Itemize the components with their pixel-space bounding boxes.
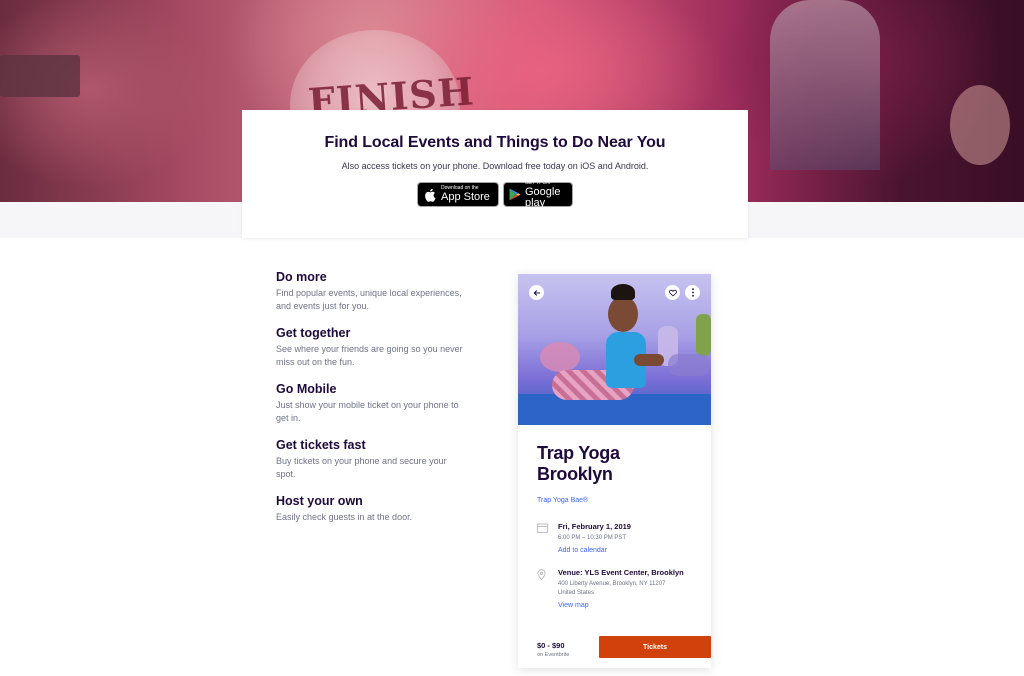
event-title: Trap Yoga Brooklyn <box>537 443 620 484</box>
feature-item: Get tickets fast Buy tickets on your pho… <box>276 438 466 480</box>
features-list: Do more Find popular events, unique loca… <box>276 270 466 538</box>
feature-description: Just show your mobile ticket on your pho… <box>276 400 459 423</box>
event-organizer-link[interactable]: Trap Yoga Bae® <box>537 497 711 504</box>
event-details: Trap Yoga Brooklyn Trap Yoga Bae® Fri, F… <box>518 425 711 609</box>
store-buttons: Download on the App Store GET IT ON Goog… <box>242 179 748 209</box>
apple-logo-icon <box>423 187 437 203</box>
event-date: Fri, February 1, 2019 <box>558 522 631 531</box>
photo-figure <box>634 354 664 366</box>
address-line-2: United States <box>558 590 595 596</box>
feature-item: Get together See where your friends are … <box>276 326 466 368</box>
heart-icon[interactable] <box>665 285 680 300</box>
hero-audience-graphic <box>950 85 1010 165</box>
event-preview-card: Trap Yoga Brooklyn Trap Yoga Bae® Fri, F… <box>518 274 711 668</box>
location-pin-icon <box>537 569 549 581</box>
event-photo <box>518 274 711 425</box>
feature-title: Host your own <box>276 494 363 508</box>
feature-item: Do more Find popular events, unique loca… <box>276 270 466 312</box>
add-to-calendar-link[interactable]: Add to calendar <box>558 547 631 554</box>
event-address: 400 Liberty Avenue, Brooklyn, NY 11207 U… <box>558 580 684 598</box>
calendar-icon <box>537 523 549 535</box>
more-vertical-icon[interactable] <box>685 285 700 300</box>
event-date-row: Fri, February 1, 2019 6:00 PM – 10:30 PM… <box>537 522 711 554</box>
photo-figure <box>696 314 711 356</box>
feature-description: Find popular events, unique local experi… <box>276 288 462 311</box>
app-store-big-text: App Store <box>441 191 490 203</box>
event-footer: $0 - $90 on Eventbrite Tickets <box>518 628 711 668</box>
arrow-left-icon[interactable] <box>529 285 544 300</box>
feature-title: Get tickets fast <box>276 438 366 452</box>
feature-title: Get together <box>276 326 351 340</box>
feature-item: Go Mobile Just show your mobile ticket o… <box>276 382 466 424</box>
tickets-button[interactable]: Tickets <box>599 636 711 658</box>
feature-description: Easily check guests in at the door. <box>276 512 413 522</box>
photo-figure <box>540 342 580 372</box>
hero-keyboard-graphic <box>0 55 80 97</box>
photo-figure <box>608 296 638 332</box>
feature-description: Buy tickets on your phone and secure you… <box>276 456 447 479</box>
google-play-button[interactable]: GET IT ON Google play <box>503 179 573 209</box>
feature-title: Go Mobile <box>276 382 337 396</box>
event-price-source: on Eventbrite <box>537 652 570 658</box>
event-venue: Venue: YLS Event Center, Brooklyn <box>558 568 684 577</box>
google-play-small-text: GET IT ON <box>525 179 550 186</box>
promo-subtitle: Also access tickets on your phone. Downl… <box>341 161 649 171</box>
google-play-big-text: Google play <box>525 185 561 209</box>
google-play-logo-icon <box>509 187 521 203</box>
app-store-button[interactable]: Download on the App Store <box>417 182 499 207</box>
event-venue-row: Venue: YLS Event Center, Brooklyn 400 Li… <box>537 568 711 609</box>
address-line-1: 400 Liberty Avenue, Brooklyn, NY 11207 <box>558 581 666 587</box>
feature-item: Host your own Easily check guests in at … <box>276 494 466 524</box>
photo-figure <box>611 284 635 300</box>
event-time: 6:00 PM – 10:30 PM PST <box>558 535 627 541</box>
view-map-link[interactable]: View map <box>558 602 684 609</box>
promo-title: Find Local Events and Things to Do Near … <box>324 134 666 151</box>
hero-guitarist-graphic <box>770 0 880 170</box>
feature-title: Do more <box>276 270 327 284</box>
feature-description: See where your friends are going so you … <box>276 344 463 367</box>
photo-figure <box>668 354 710 376</box>
app-promo-card: Find Local Events and Things to Do Near … <box>242 110 748 238</box>
event-price: $0 - $90 <box>537 641 565 650</box>
